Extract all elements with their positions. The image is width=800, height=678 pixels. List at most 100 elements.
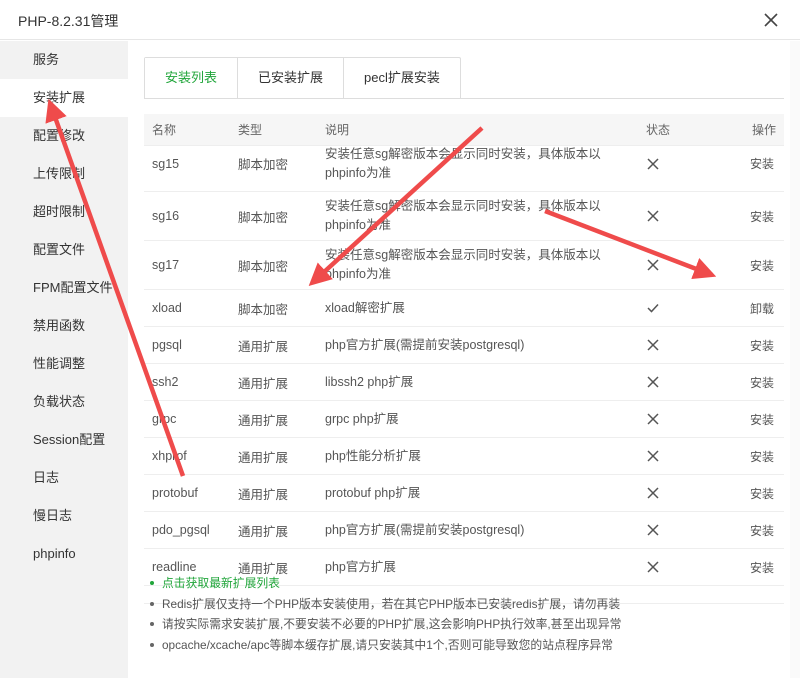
ext-name: pgsql [152, 338, 182, 352]
close-icon[interactable] [760, 9, 782, 31]
table-row: grpc 通用扩展 grpc php扩展 安装 [144, 401, 784, 438]
sidebar-item-12[interactable]: 慢日志 [0, 497, 128, 535]
ext-name: xhprof [152, 449, 187, 463]
header-status: 状态 [646, 123, 671, 137]
note-item: 请按实际需求安装扩展,不要安装不必要的PHP扩展,这会影响PHP执行效率,甚至出… [150, 614, 770, 635]
table-row: protobuf 通用扩展 protobuf php扩展 安装 [144, 475, 784, 512]
table-header: 名称 类型 说明 状态 操作 [144, 114, 784, 146]
tab-2[interactable]: pecl扩展安装 [344, 58, 460, 98]
ext-type: 通用扩展 [238, 376, 289, 391]
ext-name: grpc [152, 412, 177, 426]
install-button[interactable]: 安装 [750, 192, 780, 240]
cross-icon [647, 450, 659, 462]
header-action: 操作 [752, 123, 777, 137]
table-row: xhprof 通用扩展 php性能分析扩展 安装 [144, 438, 784, 475]
table-row: xload 脚本加密 xload解密扩展 卸载 [144, 290, 784, 327]
ext-name: xload [152, 301, 182, 315]
ext-type: 通用扩展 [238, 413, 289, 428]
ext-type: 通用扩展 [238, 524, 289, 539]
sidebar: 服务 安装扩展 配置修改 上传限制 超时限制 配置文件 FPM配置文件 禁用函数 性能调整 负载状… [0, 41, 128, 678]
title-bar: PHP-8.2.31管理 [0, 0, 800, 40]
ext-type: 通用扩展 [238, 339, 289, 354]
cross-icon [647, 561, 659, 573]
scrollbar[interactable] [790, 41, 800, 678]
ext-status [646, 475, 660, 511]
table-row: sg17 脚本加密 安装任意sg解密版本会显示同时安装，具体版本以phpinfo为准… [144, 241, 784, 290]
cross-icon [647, 259, 659, 271]
ext-desc: 安装任意sg解密版本会显示同时安装，具体版本以phpinfo为准 [325, 199, 601, 232]
install-button[interactable]: 安装 [750, 327, 780, 363]
ext-status [646, 438, 660, 474]
cross-icon [647, 413, 659, 425]
sidebar-item-3[interactable]: 上传限制 [0, 155, 128, 193]
table-row: pdo_pgsql 通用扩展 php官方扩展(需提前安装postgresql) 安装 [144, 512, 784, 549]
cross-icon [647, 524, 659, 536]
ext-desc: php官方扩展(需提前安装postgresql) [325, 337, 525, 352]
ext-status [646, 290, 660, 326]
cross-icon [647, 157, 659, 170]
notes-list: 点击获取最新扩展列表 Redis扩展仅支持一个PHP版本安装使用，若在其它PHP版… [150, 573, 770, 655]
note-item: opcache/xcache/apc等脚本缓存扩展,请只安装其中1个,否则可能导… [150, 635, 770, 656]
tab-1[interactable]: 已安装扩展 [238, 58, 345, 98]
ext-desc: libssh2 php扩展 [325, 374, 414, 389]
ext-status [646, 364, 660, 400]
cross-icon [647, 376, 659, 388]
note-item: Redis扩展仅支持一个PHP版本安装使用，若在其它PHP版本已安装redis扩… [150, 594, 770, 615]
table-row: sg16 脚本加密 安装任意sg解密版本会显示同时安装，具体版本以phpinfo为准… [144, 192, 784, 241]
sidebar-item-1[interactable]: 安装扩展 [0, 79, 128, 117]
sidebar-item-0[interactable]: 服务 [0, 41, 128, 79]
install-button[interactable]: 安装 [750, 241, 780, 289]
install-button[interactable]: 安装 [750, 512, 780, 548]
ext-name: sg16 [152, 209, 180, 223]
main-panel: 安装列表 已安装扩展 pecl扩展安装 名称 类型 说明 状态 操作 sg15 脚本加… [128, 41, 800, 678]
install-button[interactable]: 安装 [750, 401, 780, 437]
ext-desc: 安装任意sg解密版本会显示同时安装，具体版本以phpinfo为准 [325, 248, 601, 281]
sidebar-item-10[interactable]: Session配置 [0, 421, 128, 459]
sidebar-item-4[interactable]: 超时限制 [0, 193, 128, 231]
sidebar-item-6[interactable]: FPM配置文件 [0, 269, 128, 307]
table-row: ssh2 通用扩展 libssh2 php扩展 安装 [144, 364, 784, 401]
table-row: pgsql 通用扩展 php官方扩展(需提前安装postgresql) 安装 [144, 327, 784, 364]
cross-icon [647, 487, 659, 499]
refresh-list-link[interactable]: 点击获取最新扩展列表 [150, 573, 770, 594]
uninstall-button[interactable]: 卸载 [750, 290, 780, 326]
extension-table[interactable]: 名称 类型 说明 状态 操作 sg15 脚本加密 安装任意sg解密版本会显示同时安装… [144, 114, 784, 604]
sidebar-item-5[interactable]: 配置文件 [0, 231, 128, 269]
check-icon [647, 303, 659, 313]
sidebar-item-11[interactable]: 日志 [0, 459, 128, 497]
ext-name: ssh2 [152, 375, 179, 389]
header-type: 类型 [238, 123, 263, 137]
header-name: 名称 [152, 123, 177, 137]
ext-desc: xload解密扩展 [325, 300, 405, 315]
ext-type: 通用扩展 [238, 487, 289, 502]
sidebar-item-7[interactable]: 禁用函数 [0, 307, 128, 345]
ext-desc: grpc php扩展 [325, 411, 399, 426]
sidebar-item-2[interactable]: 配置修改 [0, 117, 128, 155]
ext-status [646, 512, 660, 548]
sidebar-item-8[interactable]: 性能调整 [0, 345, 128, 383]
sidebar-item-9[interactable]: 负载状态 [0, 383, 128, 421]
install-button[interactable]: 安装 [750, 438, 780, 474]
cross-icon [647, 339, 659, 351]
ext-desc: php官方扩展(需提前安装postgresql) [325, 522, 525, 537]
sidebar-item-13[interactable]: phpinfo [0, 535, 128, 573]
ext-type: 通用扩展 [238, 450, 289, 465]
ext-status [646, 327, 660, 363]
table-body: sg15 脚本加密 安装任意sg解密版本会显示同时安装，具体版本以phpinfo为准… [144, 136, 784, 586]
tab-0[interactable]: 安装列表 [145, 58, 239, 99]
tab-bar: 安装列表 已安装扩展 pecl扩展安装 [144, 57, 461, 99]
ext-type: 脚本加密 [238, 210, 289, 225]
install-button[interactable]: 安装 [750, 364, 780, 400]
cross-icon [647, 210, 659, 222]
header-desc: 说明 [325, 123, 350, 137]
install-button[interactable]: 安装 [750, 475, 780, 511]
ext-desc: php性能分析扩展 [325, 448, 421, 463]
ext-name: protobuf [152, 486, 198, 500]
window-title: PHP-8.2.31管理 [18, 13, 119, 29]
ext-name: pdo_pgsql [152, 523, 210, 537]
ext-name: sg17 [152, 258, 180, 272]
ext-type: 脚本加密 [238, 259, 289, 274]
ext-status [646, 401, 660, 437]
ext-status [646, 241, 660, 289]
tab-divider [144, 98, 784, 99]
